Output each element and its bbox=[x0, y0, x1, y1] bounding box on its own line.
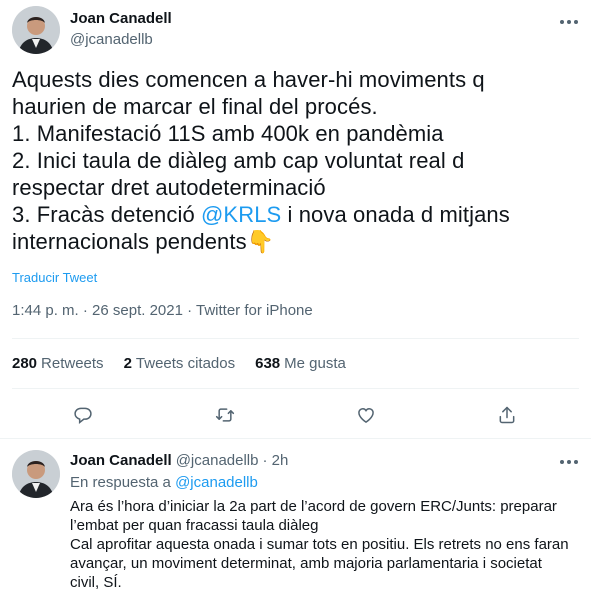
quotes-count: 2 bbox=[123, 355, 132, 372]
in-reply-prefix: En respuesta a bbox=[70, 474, 171, 491]
reply-header: Joan Canadell @jcanadellb · 2h bbox=[70, 452, 288, 469]
avatar[interactable] bbox=[12, 6, 60, 54]
author-name[interactable]: Joan Canadell bbox=[70, 10, 172, 27]
retweets-stat[interactable]: 280 Retweets bbox=[12, 355, 104, 372]
retweet-icon[interactable] bbox=[208, 398, 242, 432]
more-icon[interactable] bbox=[557, 452, 581, 472]
in-reply-handle[interactable]: @jcanadellb bbox=[175, 474, 258, 491]
author-handle[interactable]: @jcanadellb bbox=[176, 452, 259, 469]
retweets-count: 280 bbox=[12, 355, 38, 372]
retweets-label: Retweets bbox=[41, 355, 104, 372]
pointing-down-emoji: 👇 bbox=[246, 229, 275, 254]
tweet-text: Aquests dies comencen a haver-hi movimen… bbox=[12, 66, 582, 255]
divider bbox=[0, 438, 591, 439]
author-name[interactable]: Joan Canadell bbox=[70, 452, 172, 469]
reply-text: Ara és l’hora d’iniciar la 2a part de l’… bbox=[70, 498, 569, 591]
tweet-timestamp[interactable]: 1:44 p. m. · 26 sept. 2021 · Twitter for… bbox=[12, 302, 313, 319]
tweet-stats: 280 Retweets 2 Tweets citados 638 Me gusta bbox=[12, 355, 346, 372]
share-icon[interactable] bbox=[490, 398, 524, 432]
in-reply-to: En respuesta a @jcanadellb bbox=[70, 474, 258, 491]
more-icon[interactable] bbox=[557, 12, 581, 32]
mention-link[interactable]: @KRLS bbox=[201, 202, 281, 227]
likes-label: Me gusta bbox=[284, 355, 346, 372]
reply-time[interactable]: · 2h bbox=[262, 452, 288, 469]
likes-stat[interactable]: 638 Me gusta bbox=[255, 355, 346, 372]
divider bbox=[12, 338, 579, 339]
avatar[interactable] bbox=[12, 450, 60, 498]
quotes-stat[interactable]: 2 Tweets citados bbox=[124, 355, 236, 372]
quotes-label: Tweets citados bbox=[135, 355, 236, 372]
likes-count: 638 bbox=[255, 355, 281, 372]
reply-icon[interactable] bbox=[66, 398, 100, 432]
divider bbox=[12, 388, 579, 389]
like-icon[interactable] bbox=[349, 398, 383, 432]
translate-link[interactable]: Traducir Tweet bbox=[12, 270, 97, 285]
author-handle[interactable]: @jcanadellb bbox=[70, 31, 153, 48]
action-bar bbox=[0, 398, 591, 430]
